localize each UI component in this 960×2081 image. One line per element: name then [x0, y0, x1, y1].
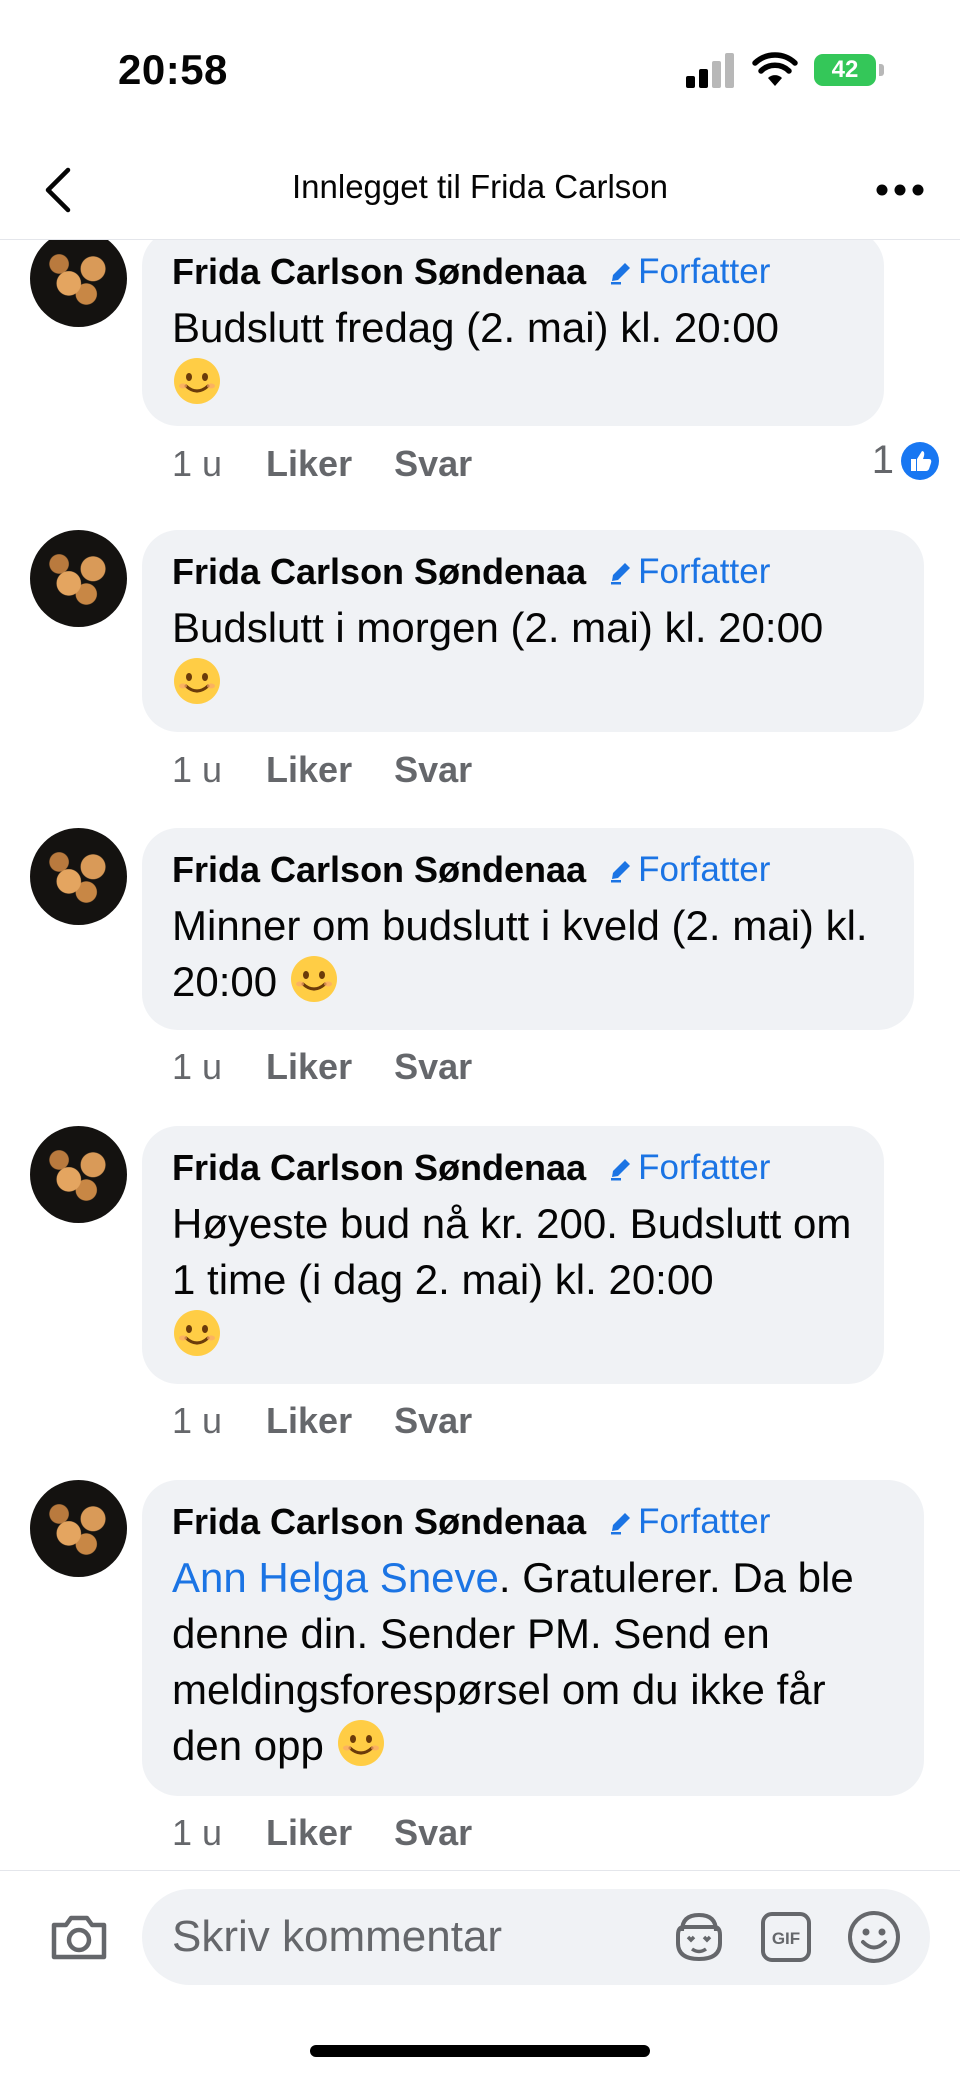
like-button[interactable]: Liker — [266, 1400, 352, 1442]
status-time: 20:58 — [118, 46, 228, 93]
comment-actions: 1 u Liker Svar — [172, 443, 514, 485]
like-button[interactable]: Liker — [266, 443, 352, 485]
comment-time[interactable]: 1 u — [172, 1400, 222, 1442]
author-name[interactable]: Frida Carlson Søndenaa — [172, 251, 586, 293]
badge-label: Forfatter — [638, 1148, 771, 1187]
cellular-signal-icon — [686, 52, 738, 88]
avatar[interactable] — [30, 1126, 127, 1223]
status-bar: 20:58 42 — [0, 0, 960, 140]
comment-bubble[interactable]: Frida Carlson Søndenaa Forfatter Ann Hel… — [142, 1480, 924, 1796]
emoji-icon[interactable] — [846, 1909, 902, 1965]
battery-tip — [879, 64, 884, 76]
comment-bubble[interactable]: Frida Carlson Søndenaa Forfatter Minner … — [142, 828, 914, 1030]
author-name[interactable]: Frida Carlson Søndenaa — [172, 1147, 586, 1189]
comment-bubble[interactable]: Frida Carlson Søndenaa Forfatter Høyeste… — [142, 1126, 884, 1384]
reply-button[interactable]: Svar — [394, 1400, 472, 1442]
reaction-number: 1 — [871, 438, 894, 482]
comment-bubble[interactable]: Frida Carlson Søndenaa Forfatter Budslut… — [142, 240, 884, 426]
author-badge: Forfatter — [608, 552, 770, 592]
avatar[interactable] — [30, 530, 127, 627]
more-dots-icon[interactable] — [870, 170, 930, 210]
reply-button[interactable]: Svar — [394, 1812, 472, 1854]
comment-composer: GIF — [0, 1870, 960, 2081]
smiley-emoji-icon — [174, 1310, 220, 1356]
page-title: Innlegget til Frida Carlson — [291, 168, 669, 205]
mention-link[interactable]: Ann Helga Sneve — [172, 1554, 499, 1601]
comment-time[interactable]: 1 u — [172, 443, 222, 485]
svg-text:GIF: GIF — [772, 1929, 800, 1948]
comment-time[interactable]: 1 u — [172, 1046, 222, 1088]
pencil-icon — [611, 563, 631, 585]
author-badge: Forfatter — [608, 252, 770, 292]
author-name[interactable]: Frida Carlson Søndenaa — [172, 551, 586, 593]
comment-text: Minner om budslutt i kveld (2. mai) kl. … — [172, 898, 884, 1010]
reaction-count[interactable]: 1 — [872, 438, 940, 483]
comment-actions: 1 u Liker Svar — [172, 1046, 514, 1088]
pencil-icon — [611, 861, 631, 883]
badge-label: Forfatter — [638, 552, 771, 591]
like-button[interactable]: Liker — [266, 1046, 352, 1088]
gif-icon[interactable]: GIF — [760, 1911, 812, 1963]
reply-button[interactable]: Svar — [394, 1046, 472, 1088]
comment-body: Høyeste bud nå kr. 200. Budslutt om 1 ti… — [172, 1200, 852, 1303]
author-badge: Forfatter — [608, 1502, 770, 1542]
comment-body: Budslutt i morgen (2. mai) kl. 20:00 — [172, 604, 824, 651]
author-name[interactable]: Frida Carlson Søndenaa — [172, 1501, 586, 1543]
avatar-sticker-icon[interactable] — [670, 1909, 728, 1965]
battery-level: 42 — [814, 54, 876, 86]
camera-icon[interactable] — [48, 1909, 110, 1965]
comment-text: Ann Helga Sneve. Gratulerer. Da ble denn… — [172, 1550, 894, 1774]
pencil-icon — [611, 1513, 631, 1535]
comment-text: Budslutt fredag (2. mai) kl. 20:00 — [172, 300, 854, 412]
comment-actions: 1 u Liker Svar — [172, 1400, 514, 1442]
reply-button[interactable]: Svar — [394, 749, 472, 791]
comment-bubble[interactable]: Frida Carlson Søndenaa Forfatter Budslut… — [142, 530, 924, 732]
comment-actions: 1 u Liker Svar — [172, 1812, 514, 1854]
status-icons: 42 — [686, 52, 886, 92]
comment-time[interactable]: 1 u — [172, 749, 222, 791]
comment-time[interactable]: 1 u — [172, 1812, 222, 1854]
comment-list[interactable]: Frida Carlson Søndenaa Forfatter Budslut… — [0, 240, 960, 1870]
badge-label: Forfatter — [638, 1502, 771, 1541]
pencil-icon — [611, 1159, 631, 1181]
smiley-emoji-icon — [174, 658, 220, 704]
comment-text: Høyeste bud nå kr. 200. Budslutt om 1 ti… — [172, 1196, 854, 1364]
home-indicator — [310, 2045, 650, 2057]
author-name[interactable]: Frida Carlson Søndenaa — [172, 849, 586, 891]
smiley-emoji-icon — [174, 358, 220, 404]
badge-label: Forfatter — [638, 850, 771, 889]
comment-text: Budslutt i morgen (2. mai) kl. 20:00 — [172, 600, 894, 712]
nav-header: Innlegget til Frida Carlson — [0, 140, 960, 240]
like-button[interactable]: Liker — [266, 1812, 352, 1854]
smiley-emoji-icon — [337, 1720, 384, 1766]
comment-body: Minner om budslutt i kveld (2. mai) kl. … — [172, 902, 868, 1005]
avatar[interactable] — [30, 828, 127, 925]
avatar[interactable] — [30, 240, 127, 327]
reply-button[interactable]: Svar — [394, 443, 472, 485]
author-badge: Forfatter — [608, 850, 770, 890]
like-button[interactable]: Liker — [266, 749, 352, 791]
comment-actions: 1 u Liker Svar — [172, 749, 514, 791]
wifi-icon — [752, 52, 798, 86]
smiley-emoji-icon — [290, 956, 337, 1002]
like-thumb-icon — [901, 441, 939, 480]
badge-label: Forfatter — [638, 252, 771, 291]
author-badge: Forfatter — [608, 1148, 770, 1188]
avatar[interactable] — [30, 1480, 127, 1577]
pencil-icon — [611, 263, 631, 285]
comment-body: Budslutt fredag (2. mai) kl. 20:00 — [172, 304, 779, 351]
